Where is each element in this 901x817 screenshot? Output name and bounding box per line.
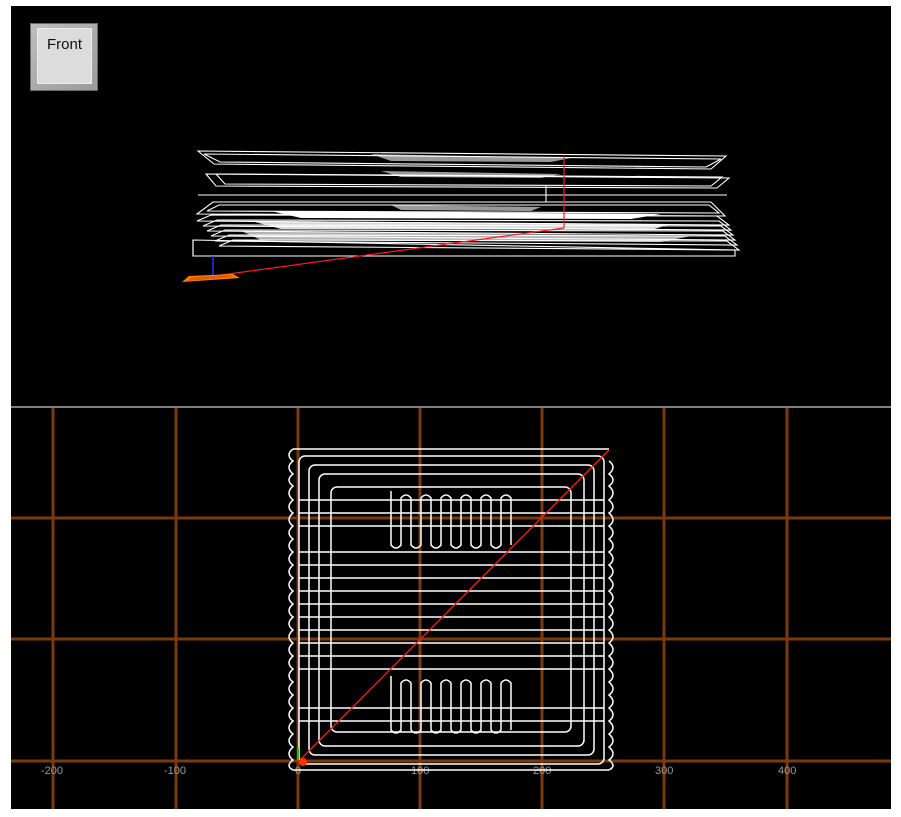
toolpath-segment — [607, 460, 614, 771]
axis-label: -100 — [164, 765, 186, 777]
view-cube-front-face[interactable]: Front — [37, 28, 92, 84]
axis-label: -200 — [41, 765, 63, 777]
perspective-scene — [182, 150, 741, 282]
view-cube[interactable]: Front — [30, 23, 98, 91]
top-scene: -200 -100 0 100 200 300 400 — [11, 408, 891, 809]
layer-stack — [192, 150, 741, 257]
axis-label: 100 — [411, 765, 429, 777]
travel-line — [297, 449, 610, 763]
pattern-region — [381, 171, 561, 178]
axis-label: 300 — [655, 765, 673, 777]
pattern-region — [371, 154, 571, 162]
slot-pattern — [390, 676, 512, 734]
axis-label: 0 — [295, 765, 301, 777]
axis-label: 400 — [778, 765, 796, 777]
toolpath-segment — [288, 448, 609, 771]
gcode-viewer-app: Front -200 -100 0 100 200 300 400 — [0, 0, 901, 817]
infill-region — [251, 221, 671, 230]
pattern-region — [391, 205, 541, 211]
axis-labels: -200 -100 0 100 200 300 400 — [41, 765, 796, 777]
top-viewport[interactable]: -200 -100 0 100 200 300 400 — [11, 408, 891, 809]
origin-marker — [299, 758, 307, 766]
perspective-viewport[interactable]: Front — [11, 6, 891, 406]
axis-label: 200 — [533, 765, 551, 777]
